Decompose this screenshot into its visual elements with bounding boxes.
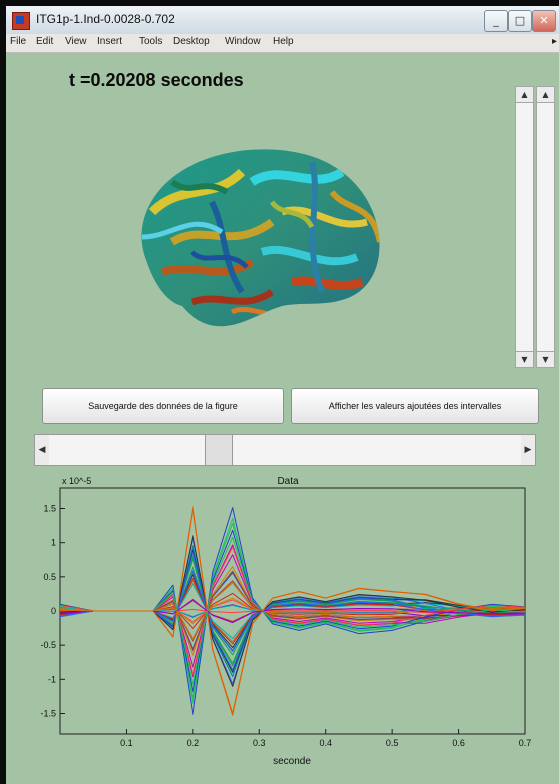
- scroll-down-icon[interactable]: ▼: [537, 351, 554, 367]
- x-tick-label: 0.3: [253, 738, 266, 748]
- y-tick-label: 1.5: [43, 504, 56, 514]
- menu-bar: File Edit View Insert Tools Desktop Wind…: [6, 34, 559, 53]
- brain-surface-image: [141, 149, 380, 327]
- matlab-figure-icon: [12, 12, 30, 30]
- menu-desktop[interactable]: Desktop: [173, 36, 210, 47]
- vertical-scrollbar-left[interactable]: ▲ ▼: [515, 86, 534, 368]
- menu-help[interactable]: Help: [273, 36, 294, 47]
- time-label: t =0.20208 secondes: [69, 70, 244, 90]
- minimize-button[interactable]: _: [484, 10, 508, 32]
- y-tick-label: 1: [51, 538, 56, 548]
- scroll-up-icon[interactable]: ▲: [537, 87, 554, 103]
- slider-thumb[interactable]: [205, 435, 233, 465]
- y-tick-label: -0.5: [40, 640, 56, 650]
- scroll-track[interactable]: [516, 103, 533, 351]
- slider-left-icon[interactable]: ◀: [35, 435, 49, 465]
- y-tick-label: -1.5: [40, 709, 56, 719]
- slider-right-icon[interactable]: ▶: [521, 435, 535, 465]
- scroll-down-icon[interactable]: ▼: [516, 351, 533, 367]
- x-tick-label: 0.7: [519, 738, 532, 748]
- menu-view[interactable]: View: [65, 36, 87, 47]
- y-scale-note: x 10^-5: [62, 476, 91, 486]
- close-button[interactable]: ✕: [532, 10, 556, 32]
- x-tick-label: 0.5: [386, 738, 399, 748]
- scroll-track[interactable]: [537, 103, 554, 351]
- menu-insert[interactable]: Insert: [97, 36, 122, 47]
- menu-file[interactable]: File: [10, 36, 26, 47]
- x-axis-label: seconde: [273, 756, 311, 767]
- y-tick-label: 0.5: [43, 572, 56, 582]
- y-tick-label: 0: [51, 606, 56, 616]
- eeg-line-chart: Data x 10^-5 seconde 0.1 0.2 0.3 0.4 0.5 0.6 0…: [40, 476, 532, 767]
- menu-overflow-icon[interactable]: ▸: [552, 36, 557, 47]
- window-title: ITG1p-1.Ind-0.0028-0.702: [36, 12, 175, 26]
- menu-tools[interactable]: Tools: [139, 36, 162, 47]
- x-tick-label: 0.4: [319, 738, 332, 748]
- y-tick-label: -1: [48, 674, 56, 684]
- scroll-up-icon[interactable]: ▲: [516, 87, 533, 103]
- show-interval-values-button[interactable]: Afficher les valeurs ajoutées des interv…: [291, 388, 539, 424]
- save-figure-data-button[interactable]: Sauvegarde des données de la figure: [42, 388, 284, 424]
- menu-edit[interactable]: Edit: [36, 36, 53, 47]
- x-tick-label: 0.6: [452, 738, 465, 748]
- figure-window: ITG1p-1.Ind-0.0028-0.702 _ □ ✕ File Edit…: [6, 6, 559, 784]
- menu-window[interactable]: Window: [225, 36, 261, 47]
- x-tick-label: 0.1: [120, 738, 133, 748]
- time-slider[interactable]: ◀ ▶: [34, 434, 536, 466]
- maximize-button[interactable]: □: [508, 10, 532, 32]
- chart-title: Data: [277, 476, 299, 487]
- x-tick-label: 0.2: [187, 738, 200, 748]
- title-bar: ITG1p-1.Ind-0.0028-0.702 _ □ ✕: [6, 6, 559, 35]
- vertical-scrollbar-right[interactable]: ▲ ▼: [536, 86, 555, 368]
